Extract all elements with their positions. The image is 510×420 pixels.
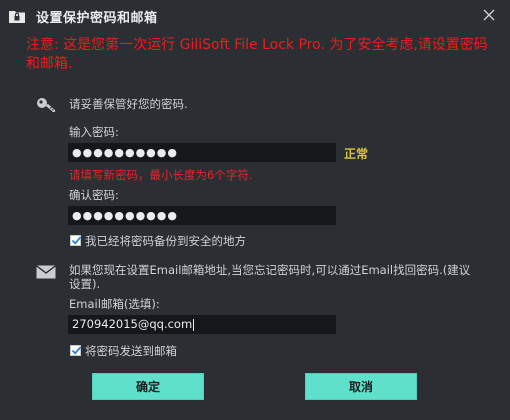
first-run-warning: 注意: 这是您第一次运行 GiliSoft File Lock Pro. 为了安… bbox=[26, 37, 488, 72]
window-title: 设置保护密码和邮箱 bbox=[36, 11, 158, 26]
checkmark-icon bbox=[71, 236, 82, 245]
confirm-password-label: 确认密码: bbox=[69, 188, 119, 202]
email-input-value: 270942015@qq.com bbox=[72, 317, 193, 331]
backup-checkbox[interactable] bbox=[70, 235, 82, 246]
password-strength: 正常 bbox=[344, 147, 369, 161]
close-button[interactable] bbox=[478, 4, 500, 26]
password-input[interactable]: ●●●●●●●●●● bbox=[68, 143, 336, 162]
enter-password-label: 输入密码: bbox=[69, 125, 119, 139]
confirm-password-input[interactable]: ●●●●●●●●●● bbox=[68, 206, 336, 225]
title-bar: 设置保护密码和邮箱 bbox=[0, 0, 510, 30]
key-icon bbox=[36, 96, 56, 118]
password-intro: 请妥善保管好您的密码. bbox=[69, 97, 188, 111]
send-email-checkbox-label[interactable]: 将密码发送到邮箱 bbox=[85, 343, 177, 359]
email-label: Email邮箱(选填): bbox=[69, 297, 160, 311]
mail-icon bbox=[36, 264, 56, 283]
text-cursor bbox=[193, 318, 195, 331]
checkmark-icon bbox=[71, 346, 82, 355]
ok-button[interactable]: 确定 bbox=[92, 373, 204, 400]
email-intro-line1: 如果您现在设置Email邮箱地址,当您忘记密码时,可以通过Email找回密码.(… bbox=[69, 263, 471, 277]
password-hint: 请填写新密码，最小长度为6个字符. bbox=[69, 168, 253, 182]
email-input[interactable]: 270942015@qq.com bbox=[68, 315, 336, 334]
send-email-checkbox[interactable] bbox=[70, 345, 82, 356]
folder-lock-icon bbox=[9, 8, 25, 23]
cancel-button[interactable]: 取消 bbox=[305, 373, 417, 400]
backup-checkbox-label[interactable]: 我已经将密码备份到安全的地方 bbox=[85, 233, 246, 249]
close-icon[interactable] bbox=[483, 9, 495, 21]
email-intro-line2: 设置). bbox=[69, 277, 101, 291]
